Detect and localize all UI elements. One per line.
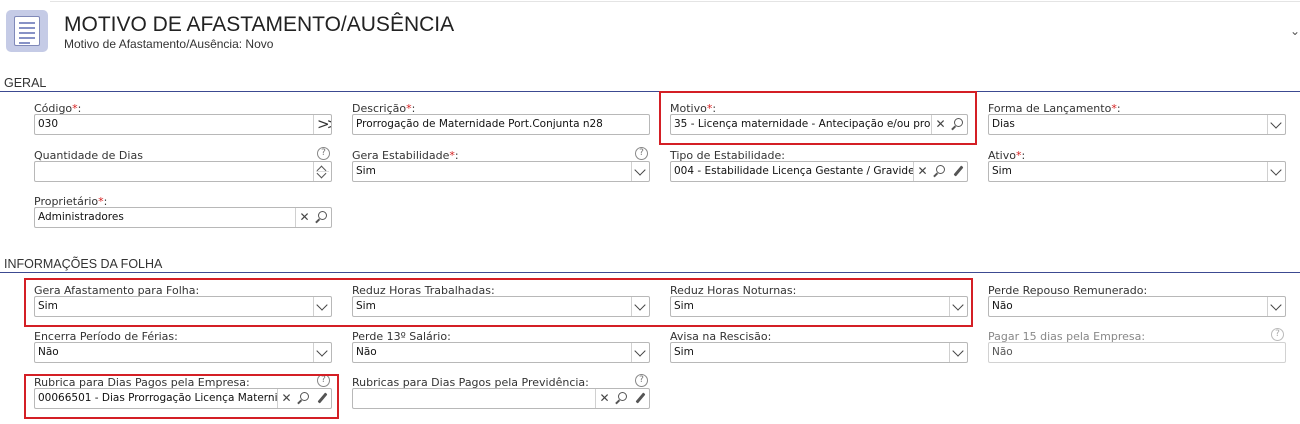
page-subtitle: Motivo de Afastamento/Ausência: Novo: [64, 37, 274, 51]
gera-afastamento-select[interactable]: Sim: [34, 296, 332, 317]
codigo-value: 030: [38, 118, 59, 130]
help-icon[interactable]: ?: [635, 147, 648, 160]
chevron-down-icon[interactable]: [1267, 115, 1285, 134]
tipo-estabilidade-value: 004 - Estabilidade Licença Gestante / Gr…: [674, 165, 914, 177]
codigo-field: Código*: 030 >>: [34, 102, 332, 136]
forma-lancamento-value: Dias: [992, 118, 1015, 130]
forma-lancamento-select[interactable]: Dias: [988, 114, 1286, 135]
encerra-periodo-ferias-field: Encerra Período de Férias: Não: [34, 330, 332, 364]
help-icon[interactable]: ?: [317, 147, 330, 160]
avisa-rescisao-field: Avisa na Rescisão: Sim: [670, 330, 968, 364]
forma-lancamento-field: Forma de Lançamento*: Dias: [988, 102, 1286, 136]
chevron-down-icon[interactable]: [631, 343, 649, 362]
search-icon[interactable]: [949, 115, 967, 134]
reduz-horas-noturnas-value: Sim: [674, 300, 694, 312]
rubrica-previdencia-input[interactable]: ✕: [352, 388, 650, 409]
descricao-input[interactable]: Prorrogação de Maternidade Port.Conjunta…: [352, 114, 650, 135]
tipo-estabilidade-field: Tipo de Estabilidade: 004 - Estabilidade…: [670, 149, 968, 183]
document-list-icon: [6, 10, 48, 52]
search-icon[interactable]: [931, 162, 949, 181]
pagar-15-dias-field: Pagar 15 dias pela Empresa: ? Não: [988, 328, 1286, 364]
pencil-icon[interactable]: [949, 162, 967, 181]
perde-13-salario-select[interactable]: Não: [352, 342, 650, 363]
codigo-input[interactable]: 030 >>: [34, 114, 332, 135]
search-icon[interactable]: [295, 389, 313, 408]
reduz-horas-noturnas-field: Reduz Horas Noturnas: Sim: [670, 284, 968, 318]
ativo-field: Ativo*: Sim: [988, 149, 1286, 183]
gera-afastamento-field: Gera Afastamento para Folha: Sim: [34, 284, 332, 318]
number-stepper-icon[interactable]: [313, 162, 331, 181]
descricao-field: Descrição*: Prorrogação de Maternidade P…: [352, 102, 650, 136]
next-code-icon[interactable]: >>: [313, 115, 331, 134]
chevron-down-icon[interactable]: [949, 343, 967, 362]
section-divider-folha: [0, 272, 1300, 273]
perde-13-salario-value: Não: [356, 346, 377, 358]
pencil-icon[interactable]: [631, 389, 649, 408]
gera-estabilidade-value: Sim: [356, 165, 376, 177]
reduz-horas-noturnas-select[interactable]: Sim: [670, 296, 968, 317]
clear-icon[interactable]: ✕: [913, 162, 931, 181]
encerra-periodo-ferias-select[interactable]: Não: [34, 342, 332, 363]
perde-repouso-field: Perde Repouso Remunerado: Não: [988, 284, 1286, 318]
descricao-value: Prorrogação de Maternidade Port.Conjunta…: [356, 118, 603, 130]
motivo-field: Motivo*: 35 - Licença maternidade - Ante…: [670, 102, 968, 136]
chevron-down-icon[interactable]: [313, 343, 331, 362]
rubrica-empresa-value: 00066501 - Dias Prorrogação Licença Mate…: [38, 392, 278, 404]
reduz-horas-trabalhadas-value: Sim: [356, 300, 376, 312]
gera-estabilidade-select[interactable]: Sim: [352, 161, 650, 182]
page-title: MOTIVO DE AFASTAMENTO/AUSÊNCIA: [64, 13, 455, 36]
pagar-15-dias-value: Não: [992, 346, 1013, 358]
proprietario-field: Proprietário*: Administradores ✕: [34, 195, 332, 229]
section-title-folha: INFORMAÇÕES DA FOLHA: [4, 257, 163, 271]
chevron-down-icon[interactable]: [1267, 297, 1285, 316]
proprietario-input[interactable]: Administradores ✕: [34, 207, 332, 228]
ativo-value: Sim: [992, 165, 1012, 177]
avisa-rescisao-select[interactable]: Sim: [670, 342, 968, 363]
encerra-periodo-ferias-value: Não: [38, 346, 59, 358]
perde-repouso-value: Não: [992, 300, 1013, 312]
chevron-down-icon[interactable]: [949, 297, 967, 316]
help-icon: ?: [1271, 328, 1284, 341]
chevron-down-icon[interactable]: ⌄: [1290, 24, 1300, 38]
search-icon[interactable]: [313, 208, 331, 227]
help-icon[interactable]: ?: [635, 374, 648, 387]
chevron-down-icon[interactable]: [1267, 162, 1285, 181]
rubrica-previdencia-field: Rubricas para Dias Pagos pela Previdênci…: [352, 374, 650, 410]
chevron-down-icon[interactable]: [631, 162, 649, 181]
clear-icon[interactable]: ✕: [295, 208, 313, 227]
ativo-select[interactable]: Sim: [988, 161, 1286, 182]
clear-icon[interactable]: ✕: [277, 389, 295, 408]
section-title-geral: GERAL: [4, 76, 47, 90]
help-icon[interactable]: ?: [317, 374, 330, 387]
proprietario-value: Administradores: [38, 211, 124, 223]
pencil-icon[interactable]: [313, 389, 331, 408]
rubrica-empresa-field: Rubrica para Dias Pagos pela Empresa: ? …: [34, 374, 332, 410]
tipo-estabilidade-input[interactable]: 004 - Estabilidade Licença Gestante / Gr…: [670, 161, 968, 182]
search-icon[interactable]: [613, 389, 631, 408]
perde-13-salario-field: Perde 13º Salário: Não: [352, 330, 650, 364]
quantidade-dias-input[interactable]: [34, 161, 332, 182]
clear-icon[interactable]: ✕: [595, 389, 613, 408]
reduz-horas-trabalhadas-field: Reduz Horas Trabalhadas: Sim: [352, 284, 650, 318]
avisa-rescisao-value: Sim: [674, 346, 694, 358]
gera-estabilidade-field: Gera Estabilidade*: ? Sim: [352, 147, 650, 183]
gera-afastamento-value: Sim: [38, 300, 58, 312]
rubrica-empresa-input[interactable]: 00066501 - Dias Prorrogação Licença Mate…: [34, 388, 332, 409]
section-divider-geral: [0, 91, 1300, 92]
motivo-input[interactable]: 35 - Licença maternidade - Antecipação e…: [670, 114, 968, 135]
pagar-15-dias-input: Não: [988, 342, 1286, 363]
reduz-horas-trabalhadas-select[interactable]: Sim: [352, 296, 650, 317]
chevron-down-icon[interactable]: [313, 297, 331, 316]
perde-repouso-select[interactable]: Não: [988, 296, 1286, 317]
chevron-down-icon[interactable]: [631, 297, 649, 316]
quantidade-dias-field: Quantidade de Dias ?: [34, 147, 332, 183]
clear-icon[interactable]: ✕: [931, 115, 949, 134]
motivo-value: 35 - Licença maternidade - Antecipação e…: [674, 118, 932, 130]
top-divider: [50, 1, 1300, 2]
